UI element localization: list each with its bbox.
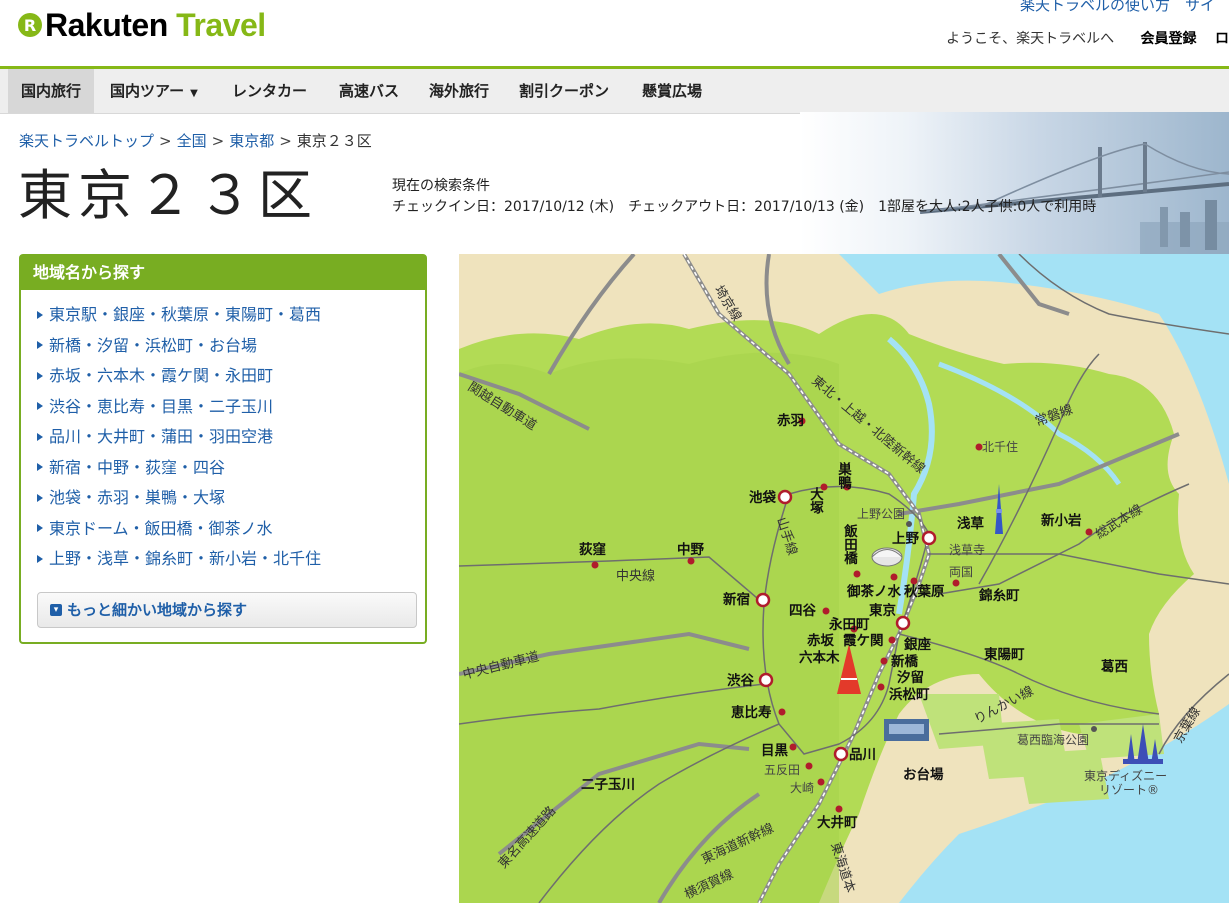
area-map[interactable]: 埼京線 関越自動車道 東北・上越・北陸新幹線 常磐線 総武本線 山手線 中央線 … xyxy=(458,252,1229,905)
station-label: 五反田 xyxy=(764,763,800,777)
station-label: 新橋 xyxy=(891,653,919,670)
tokyo-dome-icon xyxy=(871,547,903,567)
station-label: 渋谷 xyxy=(727,672,755,689)
station-label: 品川 xyxy=(849,747,876,763)
page-title: 東京２３区 xyxy=(18,164,318,227)
station-label: 大崎 xyxy=(790,781,814,795)
station-label: 目黒 xyxy=(761,743,789,759)
nav-coupon[interactable]: 割引クーポン xyxy=(519,69,609,113)
chevron-down-icon: ▾ xyxy=(50,603,62,616)
station-label: 銀座 xyxy=(904,636,932,653)
triangle-right-icon xyxy=(37,371,43,380)
station-label: 浜松町 xyxy=(889,686,930,703)
global-nav: 国内旅行 国内ツアー ▼ レンタカー 高速バス 海外旅行 割引クーポン 懸賞広場 xyxy=(0,66,1229,114)
triangle-right-icon xyxy=(37,310,43,319)
station-label: 巣鴨 xyxy=(835,461,853,491)
station-label: 大塚 xyxy=(807,486,824,516)
station-label: 東京 xyxy=(869,602,896,619)
station-label: 上野 xyxy=(892,531,920,547)
landmark-label: 上野公園 xyxy=(857,507,905,521)
station-label: 永田町 xyxy=(829,616,870,633)
station-label: 秋葉原 xyxy=(904,583,945,600)
station-label: 荻窪 xyxy=(579,541,606,558)
area-link-shibuya-ebisu[interactable]: 渋谷・恵比寿・目黒・二子玉川 xyxy=(37,392,425,423)
register-link[interactable]: 会員登録 xyxy=(1141,31,1197,47)
area-link-tokyo-ginza[interactable]: 東京駅・銀座・秋葉原・東陽町・葛西 xyxy=(37,300,425,331)
triangle-right-icon xyxy=(37,402,43,410)
more-areas-button[interactable]: ▾ もっと細かい地域から探す xyxy=(37,592,417,628)
landmark-label: 葛西臨海公園 xyxy=(1017,732,1089,747)
area-search-panel: 地域名から探す 東京駅・銀座・秋葉原・東陽町・葛西 新橋・汐留・浜松町・お台場 … xyxy=(19,254,427,644)
area-label: 葛西 xyxy=(1100,658,1128,675)
breadcrumb-link-top[interactable]: 楽天トラベルトップ xyxy=(19,132,154,150)
station-label: 北千住 xyxy=(982,440,1018,454)
nav-rental-car[interactable]: レンタカー xyxy=(232,69,307,113)
triangle-right-icon xyxy=(37,524,43,532)
triangle-right-icon xyxy=(37,554,43,563)
station-label: 新小岩 xyxy=(1041,512,1082,529)
area-link-ikebukuro-akabane[interactable]: 池袋・赤羽・巣鴨・大塚 xyxy=(37,483,425,514)
station-label: 新宿 xyxy=(723,591,750,608)
nav-overseas-travel[interactable]: 海外旅行 xyxy=(429,69,489,113)
area-link-tokyodome-iidabashi[interactable]: 東京ドーム・飯田橋・御茶ノ水 xyxy=(37,514,425,545)
top-links[interactable]: 楽天トラベルの使い方 サイ xyxy=(1020,0,1215,15)
rakuten-r-icon: R xyxy=(18,13,42,37)
station-label: 霞ケ関 xyxy=(843,633,884,649)
station-label: 御茶ノ水 xyxy=(846,583,901,600)
breadcrumb-link-all[interactable]: 全国 xyxy=(177,132,207,150)
area-link-shinjuku-nakano[interactable]: 新宿・中野・荻窪・四谷 xyxy=(37,453,425,484)
search-condition-label: 現在の検索条件 xyxy=(392,178,490,194)
area-link-shinbashi-odaiba[interactable]: 新橋・汐留・浜松町・お台場 xyxy=(37,331,425,362)
station-label: 飯田橋 xyxy=(841,523,859,566)
station-label: 恵比寿 xyxy=(731,704,772,721)
triangle-right-icon xyxy=(37,493,43,502)
area-label: 東陽町 xyxy=(984,646,1025,663)
station-label: 四谷 xyxy=(789,603,817,619)
nav-domestic-tour[interactable]: 国内ツアー ▼ xyxy=(110,69,198,113)
welcome-bar: ようこそ、楽天トラベルへ 会員登録 ロ xyxy=(946,28,1229,48)
area-link-akasaka-roppongi[interactable]: 赤坂・六本木・霞ケ関・永田町 xyxy=(37,361,425,392)
area-list: 東京駅・銀座・秋葉原・東陽町・葛西 新橋・汐留・浜松町・お台場 赤坂・六本木・霞… xyxy=(21,290,425,575)
caret-down-icon: ▼ xyxy=(190,88,198,99)
breadcrumb-link-tokyo[interactable]: 東京都 xyxy=(229,132,274,150)
landmark-label: 浅草寺 xyxy=(949,543,985,557)
station-label: 錦糸町 xyxy=(979,587,1020,604)
triangle-right-icon xyxy=(37,341,43,349)
station-label: 赤坂 xyxy=(807,632,835,649)
landmark-label: 東京ディズニー xyxy=(1084,768,1167,783)
logo-text: Rakuten Travel xyxy=(45,7,266,43)
station-label: 二子玉川 xyxy=(581,777,635,793)
area-label: お台場 xyxy=(903,766,944,783)
station-label: 大井町 xyxy=(817,814,858,831)
station-label: 赤羽 xyxy=(777,413,804,429)
odaiba-building-icon xyxy=(884,719,929,741)
area-link-ueno-asakusa[interactable]: 上野・浅草・錦糸町・新小岩・北千住 xyxy=(37,544,425,575)
nav-prize[interactable]: 懸賞広場 xyxy=(642,69,702,113)
search-conditions: 現在の検索条件 チェックイン日：2017/10/12 (木) チェックアウト日：… xyxy=(392,176,1096,218)
nav-domestic-travel[interactable]: 国内旅行 xyxy=(8,69,94,113)
area-search-heading: 地域名から探す xyxy=(21,256,425,290)
area-link-shinagawa-haneda[interactable]: 品川・大井町・蒲田・羽田空港 xyxy=(37,422,425,453)
breadcrumb: 楽天トラベルトップ > 全国 > 東京都 > 東京２３区 xyxy=(19,132,372,150)
station-label: 浅草 xyxy=(957,515,985,532)
station-label: 池袋 xyxy=(749,489,777,506)
landmark-label: 両国 xyxy=(949,565,973,579)
logo[interactable]: R Rakuten Travel xyxy=(18,8,266,42)
station-label: 汐留 xyxy=(897,669,924,686)
landmark-label: リゾート® xyxy=(1099,783,1159,797)
triangle-right-icon xyxy=(37,463,43,471)
search-condition-text: チェックイン日：2017/10/12 (木) チェックアウト日：2017/10/… xyxy=(392,199,1097,215)
welcome-text: ようこそ、楽天トラベルへ xyxy=(946,31,1115,47)
triangle-right-icon xyxy=(37,432,43,441)
station-label: 中野 xyxy=(677,541,705,558)
nav-highway-bus[interactable]: 高速バス xyxy=(339,69,399,113)
station-label: 六本木 xyxy=(799,649,840,666)
map-line-label: 中央線 xyxy=(616,568,655,584)
login-link[interactable]: ロ xyxy=(1215,31,1229,47)
breadcrumb-current: 東京２３区 xyxy=(296,132,372,150)
